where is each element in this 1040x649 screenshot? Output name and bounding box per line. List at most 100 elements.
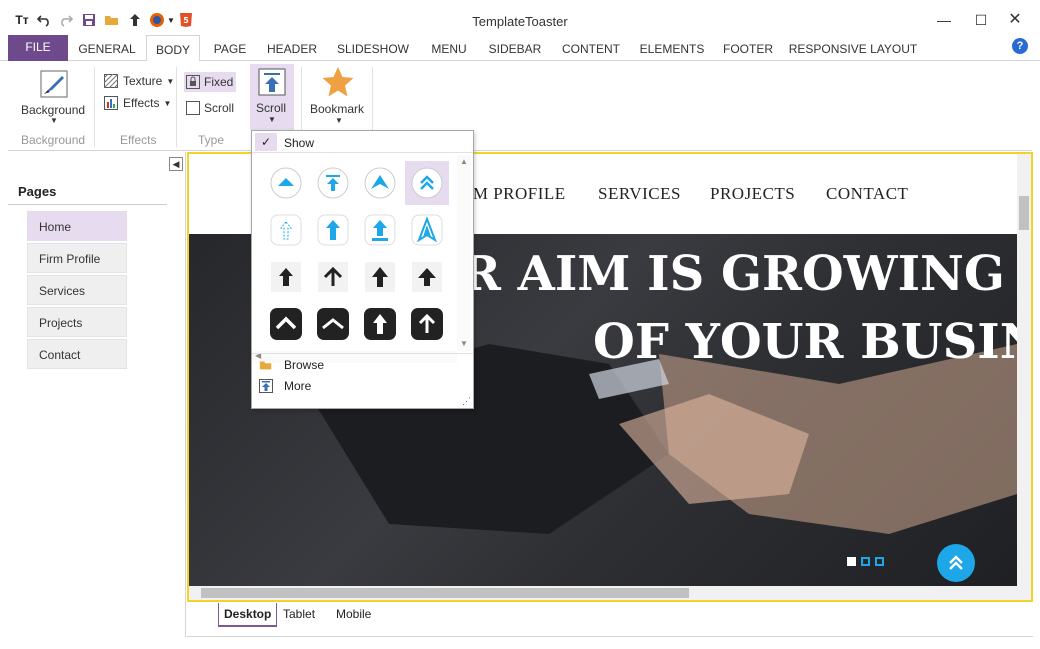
- browse-label: Browse: [284, 357, 325, 372]
- scroll-style-9-icon[interactable]: [264, 255, 308, 299]
- background-button[interactable]: Background ▼: [21, 66, 85, 126]
- scroll-to-top-icon[interactable]: [937, 544, 975, 582]
- scrollbar-thumb[interactable]: [1019, 196, 1029, 230]
- show-toggle[interactable]: ✓ Show: [252, 131, 473, 153]
- texture-label: Texture: [123, 74, 163, 88]
- slide-dot-1[interactable]: [847, 557, 856, 566]
- scroll-style-3-icon[interactable]: [358, 161, 402, 205]
- canvas-vertical-scrollbar[interactable]: [1017, 154, 1031, 600]
- browse-option[interactable]: Browse: [252, 353, 473, 375]
- page-item-home[interactable]: Home: [27, 211, 127, 241]
- tab-content[interactable]: CONTENT: [558, 35, 624, 61]
- tab-elements[interactable]: ELEMENTS: [636, 35, 708, 61]
- paint-brush-icon: [40, 70, 68, 98]
- tab-body[interactable]: BODY: [146, 35, 200, 62]
- ribbon-tabs: FILE GENERAL BODY PAGE HEADER SLIDESHOW …: [0, 35, 1040, 62]
- scroll-up-icon[interactable]: ▲: [460, 157, 468, 166]
- help-icon[interactable]: ?: [1012, 38, 1028, 54]
- show-label: Show: [284, 136, 315, 150]
- scroll-style-8-icon[interactable]: [405, 208, 449, 252]
- tab-desktop[interactable]: Desktop: [218, 603, 278, 627]
- maximize-icon[interactable]: ☐: [971, 10, 991, 30]
- bookmark-button[interactable]: Bookmark ▼: [308, 64, 368, 130]
- scroll-option[interactable]: Scroll: [186, 98, 234, 118]
- tab-header[interactable]: HEADER: [262, 35, 322, 61]
- scroll-style-14-icon[interactable]: [311, 302, 355, 346]
- folder-icon: [259, 361, 272, 369]
- collapse-sidebar-icon[interactable]: ◀: [169, 157, 183, 171]
- scroll-icon-grid: [256, 155, 460, 351]
- device-tabs: Desktop Tablet Mobile: [187, 603, 1033, 637]
- scroll-style-11-icon[interactable]: [358, 255, 402, 299]
- title-bar: Tт ▼ 5 TemplateToaster — ☐ ✕: [0, 0, 1040, 36]
- bookmark-label: Bookmark: [310, 102, 365, 116]
- page-item-contact[interactable]: Contact: [27, 339, 127, 369]
- star-icon: [322, 67, 354, 97]
- nav-link-firm-profile[interactable]: RM PROFILE: [461, 184, 566, 204]
- divider: [8, 204, 167, 205]
- group-divider: [94, 67, 95, 147]
- scroll-dropdown-icon: ▼: [268, 115, 276, 124]
- lock-icon: [186, 75, 200, 89]
- close-icon[interactable]: ✕: [1005, 10, 1025, 30]
- tab-responsive-layout[interactable]: RESPONSIVE LAYOUT: [788, 35, 918, 61]
- scroll-button-label: Scroll: [256, 101, 287, 115]
- scroll-style-13-icon[interactable]: [264, 302, 308, 346]
- texture-dropdown-icon: ▼: [166, 76, 175, 86]
- tab-page[interactable]: PAGE: [208, 35, 252, 61]
- scroll-style-12-icon[interactable]: [405, 255, 449, 299]
- page-item-firm-profile[interactable]: Firm Profile: [27, 243, 127, 273]
- more-option[interactable]: More: [252, 375, 473, 397]
- scroll-style-16-icon[interactable]: [405, 302, 449, 346]
- tab-sidebar[interactable]: SIDEBAR: [484, 35, 546, 61]
- ribbon-panel: Background ▼ Background Texture ▼ Effect…: [8, 61, 1032, 151]
- scroll-up-arrow-icon: [258, 68, 286, 96]
- texture-button[interactable]: Texture ▼: [104, 71, 174, 91]
- nav-link-contact[interactable]: CONTACT: [826, 184, 908, 204]
- scroll-style-6-icon[interactable]: [311, 208, 355, 252]
- scrollbar-thumb[interactable]: [201, 588, 689, 598]
- more-label: More: [284, 379, 312, 393]
- dropdown-scrollbar[interactable]: ▲ ▼: [457, 155, 471, 351]
- scroll-style-5-icon[interactable]: [264, 208, 308, 252]
- scroll-style-10-icon[interactable]: [311, 255, 355, 299]
- nav-link-projects[interactable]: PROJECTS: [710, 184, 795, 204]
- tab-menu[interactable]: MENU: [424, 35, 474, 61]
- bookmark-dropdown-icon: ▼: [335, 116, 343, 125]
- group-type-label: Type: [198, 133, 225, 147]
- minimize-icon[interactable]: —: [934, 10, 954, 30]
- window-title: TemplateToaster: [472, 14, 568, 29]
- scroll-down-icon[interactable]: ▼: [460, 339, 468, 348]
- slide-dot-3[interactable]: [875, 557, 884, 566]
- effects-label: Effects: [123, 96, 160, 110]
- group-divider: [176, 67, 177, 147]
- scroll-style-4-icon[interactable]: [405, 161, 449, 205]
- fixed-option[interactable]: Fixed: [184, 72, 236, 92]
- pages-title: Pages: [18, 184, 57, 199]
- tab-tablet[interactable]: Tablet: [278, 603, 320, 627]
- scroll-style-1-icon[interactable]: [264, 161, 308, 205]
- tab-footer[interactable]: FOOTER: [720, 35, 776, 61]
- scroll-to-top-button[interactable]: Scroll ▼: [250, 64, 294, 130]
- tab-general[interactable]: GENERAL: [74, 35, 140, 61]
- scroll-style-15-icon[interactable]: [358, 302, 402, 346]
- canvas-horizontal-scrollbar[interactable]: [189, 586, 1017, 600]
- scroll-style-7-icon[interactable]: [358, 208, 402, 252]
- nav-link-services[interactable]: SERVICES: [598, 184, 681, 204]
- effects-dropdown-icon: ▼: [163, 98, 172, 108]
- pages-sidebar: ◀ Pages Home Firm Profile Services Proje…: [8, 152, 186, 637]
- tab-mobile[interactable]: Mobile: [331, 603, 376, 627]
- texture-icon: [104, 74, 118, 88]
- page-item-projects[interactable]: Projects: [27, 307, 127, 337]
- scroll-style-2-icon[interactable]: [311, 161, 355, 205]
- tab-slideshow[interactable]: SLIDESHOW: [334, 35, 412, 61]
- group-background-label: Background: [21, 133, 86, 147]
- effects-button[interactable]: Effects ▼: [104, 93, 171, 113]
- hero-heading-line-1: R AIM IS GROWING A: [461, 246, 1017, 302]
- page-item-services[interactable]: Services: [27, 275, 127, 305]
- tab-file[interactable]: FILE: [8, 35, 68, 61]
- slide-dot-2[interactable]: [861, 557, 870, 566]
- checkmark-icon: ✓: [255, 133, 277, 151]
- resize-grip-icon[interactable]: ⋰: [462, 396, 471, 407]
- background-label: Background: [21, 103, 86, 117]
